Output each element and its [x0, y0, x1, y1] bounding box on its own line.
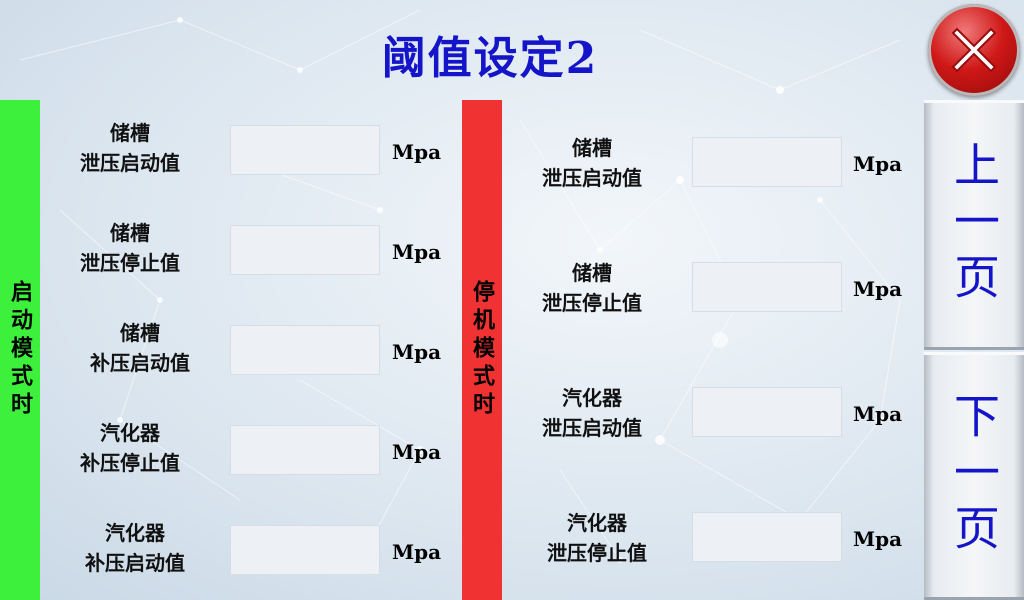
- left-row-3-line1: 储槽: [120, 321, 160, 345]
- stop-mode-bar: 停机模式时: [462, 100, 502, 600]
- right-row-1-line1: 储槽: [572, 136, 612, 160]
- left-row-1-label: 储槽 泄压启动值: [60, 118, 200, 178]
- start-mode-bar: 启动模式时: [0, 100, 40, 600]
- right-row-3-unit: Mpa: [853, 402, 903, 426]
- left-row-5-label: 汽化器 补压启动值: [65, 518, 205, 578]
- left-row-4-input[interactable]: [230, 425, 380, 475]
- page-title: 阈值设定2: [381, 33, 599, 84]
- left-row-2-line2: 泄压停止值: [80, 251, 180, 275]
- right-row-2-input[interactable]: [692, 262, 842, 312]
- prev-page-label: 上一页: [947, 141, 1001, 309]
- left-row-1-unit: Mpa: [392, 140, 442, 164]
- stop-mode-label: 停机模式时: [469, 280, 495, 420]
- right-row-1-line2: 泄压启动值: [542, 166, 642, 190]
- left-row-3-label: 储槽 补压启动值: [70, 318, 210, 378]
- right-row-3-line1: 汽化器: [562, 386, 622, 410]
- left-row-4-line2: 补压停止值: [80, 451, 180, 475]
- left-row-1-input[interactable]: [230, 125, 380, 175]
- left-row-3-input[interactable]: [230, 325, 380, 375]
- right-row-2-line1: 储槽: [572, 261, 612, 285]
- right-row-4-label: 汽化器 泄压停止值: [527, 508, 667, 568]
- left-row-1-line2: 泄压启动值: [80, 151, 180, 175]
- left-row-3-line2: 补压启动值: [90, 351, 190, 375]
- right-row-2-line2: 泄压停止值: [542, 291, 642, 315]
- right-row-3-label: 汽化器 泄压启动值: [522, 383, 662, 443]
- start-mode-label: 启动模式时: [7, 280, 33, 420]
- right-row-4-line2: 泄压停止值: [547, 541, 647, 565]
- close-x-icon: [951, 27, 997, 73]
- right-row-4-line1: 汽化器: [567, 511, 627, 535]
- left-row-1-line1: 储槽: [110, 121, 150, 145]
- right-row-1-unit: Mpa: [853, 152, 903, 176]
- left-row-5-unit: Mpa: [392, 540, 442, 564]
- left-row-4-unit: Mpa: [392, 440, 442, 464]
- right-row-3-line2: 泄压启动值: [542, 416, 642, 440]
- close-button[interactable]: [928, 4, 1020, 96]
- right-row-1-input[interactable]: [692, 137, 842, 187]
- left-row-2-input[interactable]: [230, 225, 380, 275]
- right-row-3-input[interactable]: [692, 387, 842, 437]
- left-row-2-line1: 储槽: [110, 221, 150, 245]
- right-row-2-unit: Mpa: [853, 277, 903, 301]
- left-row-2-unit: Mpa: [392, 240, 442, 264]
- prev-page-button[interactable]: 上一页: [924, 100, 1024, 350]
- right-row-4-input[interactable]: [692, 512, 842, 562]
- left-row-5-line1: 汽化器: [105, 521, 165, 545]
- next-page-label: 下一页: [947, 392, 1001, 560]
- right-row-2-label: 储槽 泄压停止值: [522, 258, 662, 318]
- next-page-button[interactable]: 下一页: [924, 352, 1024, 600]
- left-row-4-label: 汽化器 补压停止值: [60, 418, 200, 478]
- left-row-4-line1: 汽化器: [100, 421, 160, 445]
- left-row-3-unit: Mpa: [392, 340, 442, 364]
- left-row-5-line2: 补压启动值: [85, 551, 185, 575]
- right-row-1-label: 储槽 泄压启动值: [522, 133, 662, 193]
- left-row-5-input[interactable]: [230, 525, 380, 575]
- left-row-2-label: 储槽 泄压停止值: [60, 218, 200, 278]
- right-row-4-unit: Mpa: [853, 527, 903, 551]
